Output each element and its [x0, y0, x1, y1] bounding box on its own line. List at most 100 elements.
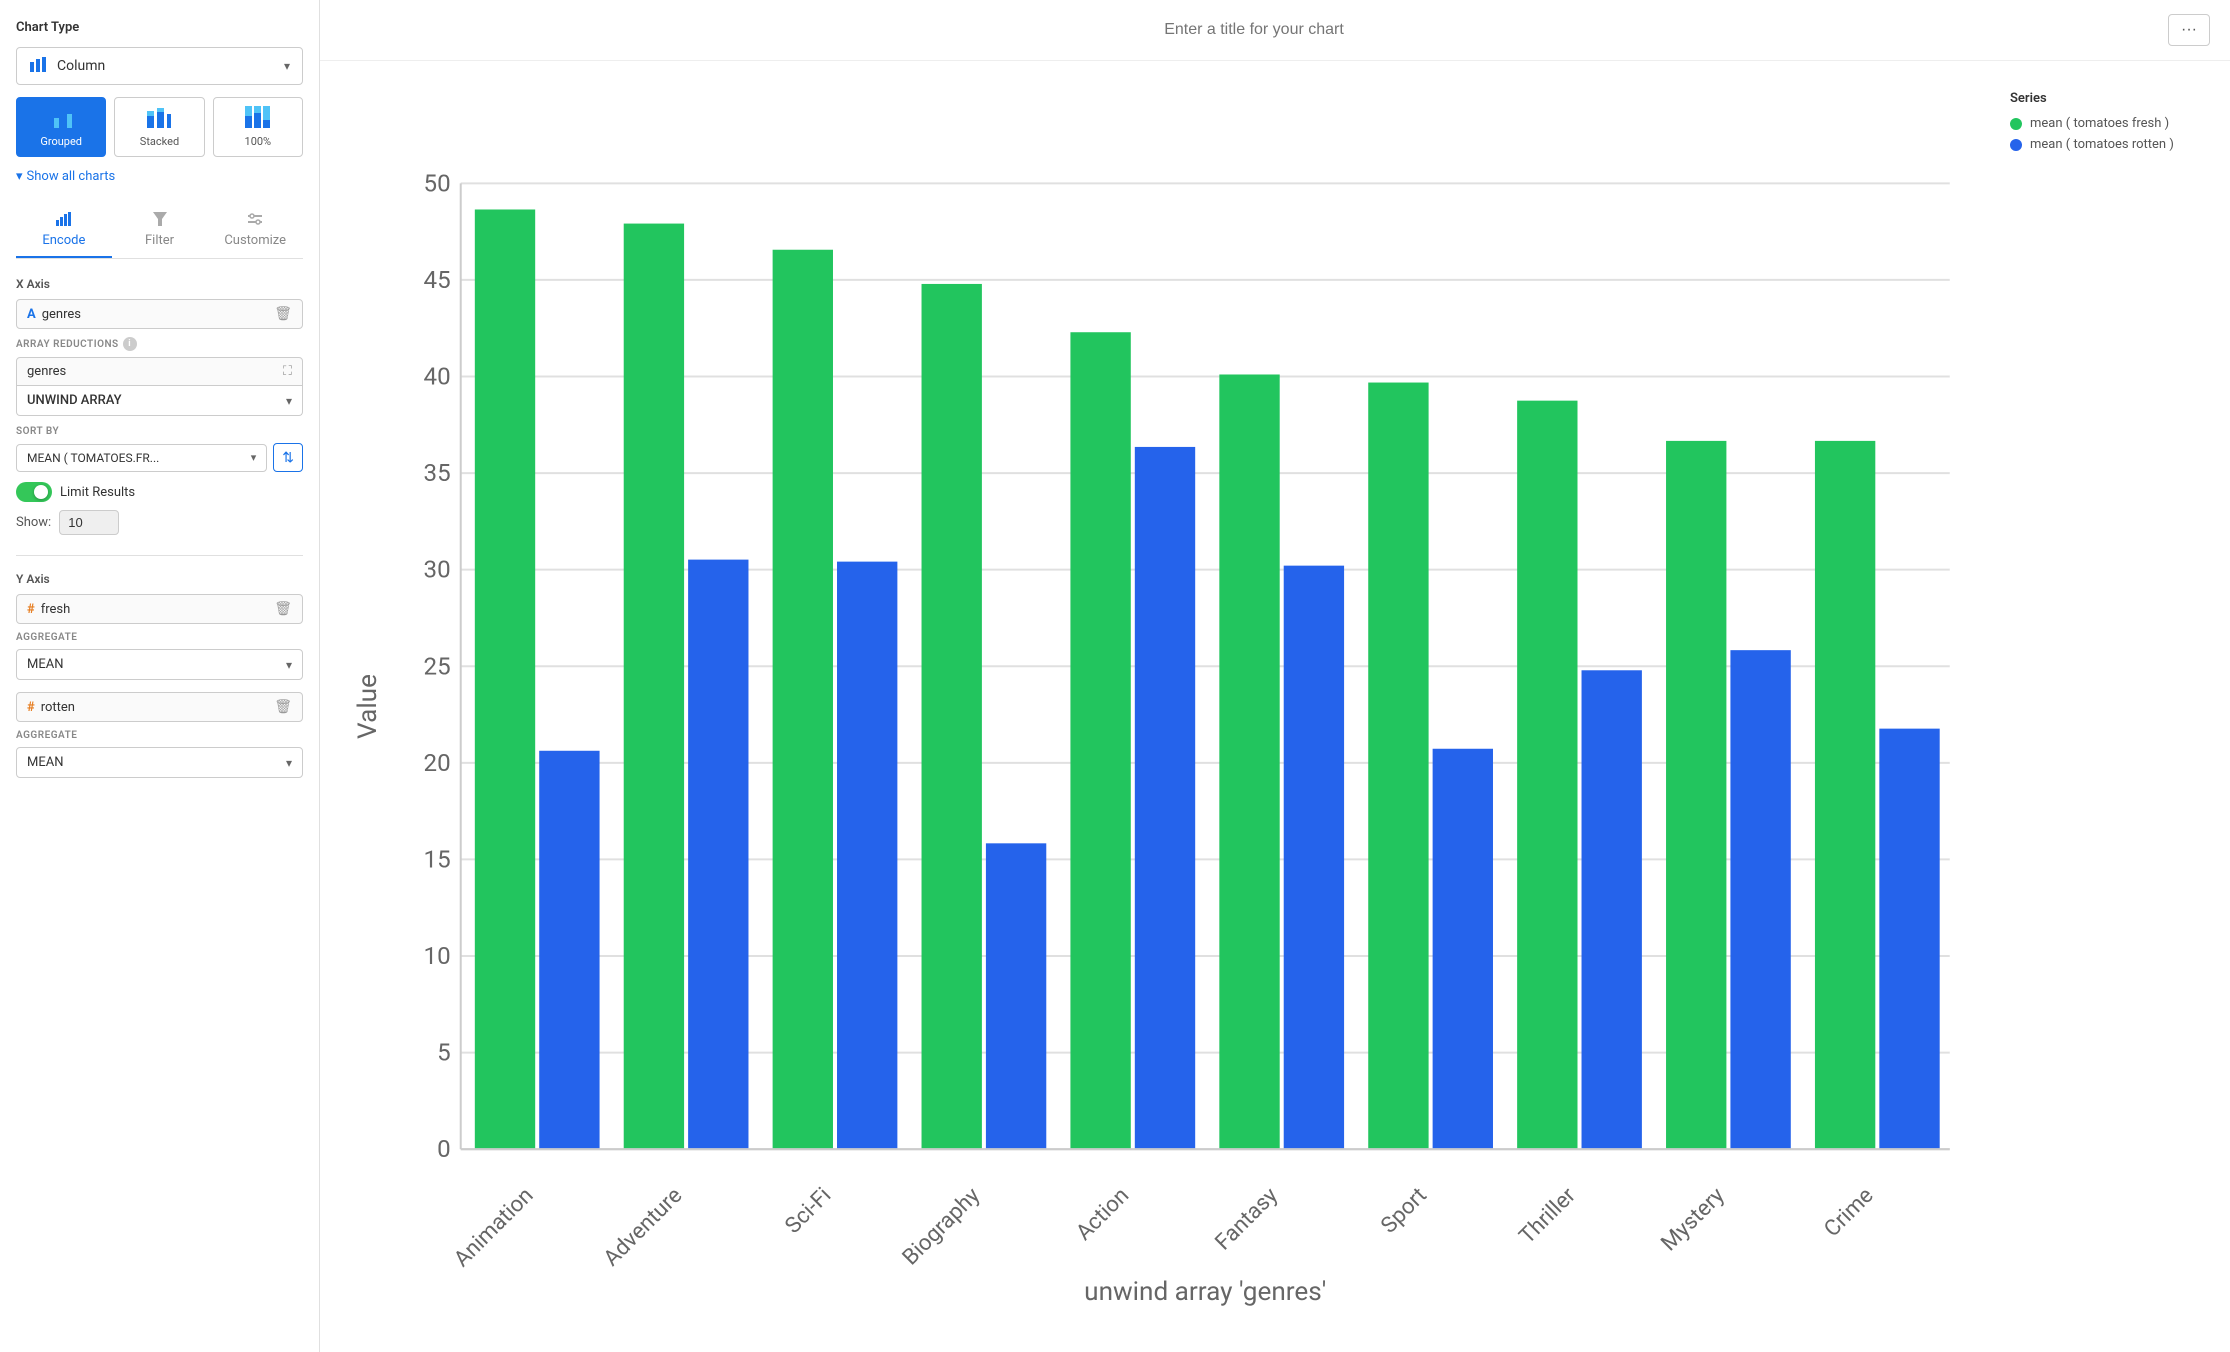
x-label-crime: Crime — [1819, 1182, 1879, 1242]
chart-type-section: Chart Type Column ▾ — [16, 20, 303, 184]
stacked-option[interactable]: Stacked — [114, 97, 204, 157]
legend-label-fresh: mean ( tomatoes fresh ) — [2030, 116, 2169, 131]
toggle-thumb — [34, 485, 48, 499]
bar-crime-rotten — [1879, 729, 1939, 1150]
tab-encode-label: Encode — [42, 233, 85, 248]
chart-type-chevron-icon: ▾ — [284, 59, 290, 73]
unwind-dropdown[interactable]: UNWIND ARRAY ▾ — [16, 386, 303, 416]
tab-customize-label: Customize — [224, 233, 286, 248]
x-label-biography: Biography — [897, 1182, 985, 1270]
100pct-icon — [218, 106, 298, 133]
fresh-aggregate-dropdown[interactable]: MEAN ▾ — [16, 649, 303, 680]
encode-icon — [56, 212, 72, 230]
array-field-name: genres — [27, 364, 283, 379]
sort-order-button[interactable]: ⇅ — [273, 443, 303, 472]
rotten-aggregate-label: AGGREGATE — [16, 730, 303, 741]
array-reductions-label: ARRAY REDUCTIONS i — [16, 337, 303, 351]
bar-biography-rotten — [986, 843, 1046, 1149]
x-field-type-icon: A — [27, 307, 36, 322]
stacked-label: Stacked — [140, 135, 179, 148]
legend-title: Series — [2010, 91, 2210, 106]
x-axis-title: unwind array 'genres' — [1084, 1277, 1326, 1307]
legend-dot-fresh — [2010, 118, 2022, 130]
bar-thriller-fresh — [1517, 401, 1577, 1150]
x-label-mystery: Mystery — [1656, 1182, 1730, 1256]
bar-mystery-fresh — [1666, 441, 1726, 1149]
filter-icon — [153, 212, 167, 230]
grouped-option[interactable]: Grouped — [16, 97, 106, 157]
bar-adventure-rotten — [688, 560, 748, 1150]
chart-area: Value 0 5 — [340, 81, 1990, 1332]
bar-scifi-rotten — [837, 562, 897, 1150]
svg-text:0: 0 — [437, 1135, 451, 1163]
info-icon[interactable]: i — [123, 337, 137, 351]
show-all-charts-link[interactable]: ▾ Show all charts — [16, 169, 303, 184]
x-field-delete-icon[interactable]: 🗑 — [274, 306, 292, 322]
x-label-fantasy: Fantasy — [1210, 1182, 1283, 1255]
chart-options-button[interactable]: ··· — [2168, 14, 2210, 46]
y-rotten-type-icon: # — [27, 700, 35, 715]
bar-mystery-rotten — [1730, 650, 1790, 1149]
chart-type-options: Grouped Stacked — [16, 97, 303, 157]
svg-text:10: 10 — [424, 942, 451, 970]
svg-text:25: 25 — [424, 652, 451, 680]
svg-text:45: 45 — [424, 266, 451, 294]
chart-title-input[interactable] — [340, 21, 2168, 39]
100pct-option[interactable]: 100% — [213, 97, 303, 157]
sort-dropdown[interactable]: MEAN ( TOMATOES.FR... ▾ — [16, 444, 267, 472]
stacked-icon — [119, 106, 199, 133]
y-rotten-delete-icon[interactable]: 🗑 — [274, 699, 292, 715]
sort-row: MEAN ( TOMATOES.FR... ▾ ⇅ — [16, 443, 303, 472]
column-chart-icon — [29, 56, 49, 76]
bar-action-rotten — [1135, 447, 1195, 1149]
bar-chart-svg: Value 0 5 — [340, 81, 1990, 1332]
unwind-text: UNWIND ARRAY — [27, 393, 286, 408]
bar-fantasy-fresh — [1219, 374, 1279, 1149]
y-axis-section: Y Axis # fresh 🗑 AGGREGATE MEAN ▾ # rott… — [16, 572, 303, 778]
sidebar: Chart Type Column ▾ — [0, 0, 320, 1352]
divider — [16, 555, 303, 556]
bar-sport-rotten — [1433, 749, 1493, 1149]
bar-animation-rotten — [539, 751, 599, 1149]
svg-text:5: 5 — [437, 1039, 451, 1067]
bar-fantasy-rotten — [1284, 566, 1344, 1150]
grouped-label: Grouped — [40, 135, 82, 148]
limit-toggle[interactable] — [16, 482, 52, 502]
expand-icon[interactable]: ⛶ — [283, 364, 292, 379]
sort-field-text: MEAN ( TOMATOES.FR... — [27, 451, 251, 465]
bar-action-fresh — [1070, 332, 1130, 1149]
tab-encode[interactable]: Encode — [16, 204, 112, 258]
legend-item-fresh: mean ( tomatoes fresh ) — [2010, 116, 2210, 131]
x-axis-section: X Axis A genres 🗑 ARRAY REDUCTIONS i gen… — [16, 277, 303, 535]
bar-biography-fresh — [922, 284, 982, 1149]
show-row: Show: 10 20 50 — [16, 510, 303, 535]
show-label: Show: — [16, 515, 51, 530]
chart-type-title: Chart Type — [16, 20, 303, 35]
y-fresh-delete-icon[interactable]: 🗑 — [274, 601, 292, 617]
bar-animation-fresh — [475, 209, 535, 1149]
y-axis-title: Value — [353, 674, 383, 739]
legend-item-rotten: mean ( tomatoes rotten ) — [2010, 137, 2210, 152]
chart-type-label: Column — [57, 58, 284, 74]
y-field-rotten-row: # rotten 🗑 — [16, 692, 303, 722]
tab-filter[interactable]: Filter — [112, 204, 208, 258]
show-input[interactable]: 10 20 50 — [59, 510, 119, 535]
rotten-aggregate-text: MEAN — [27, 755, 286, 770]
sort-by-label: SORT BY — [16, 426, 303, 437]
rotten-aggregate-dropdown[interactable]: MEAN ▾ — [16, 747, 303, 778]
customize-icon — [248, 212, 262, 230]
x-axis-label: X Axis — [16, 277, 303, 291]
100pct-label: 100% — [245, 135, 272, 148]
y-fresh-type-icon: # — [27, 602, 35, 617]
svg-text:50: 50 — [424, 169, 451, 197]
chart-type-dropdown[interactable]: Column ▾ — [16, 47, 303, 85]
sort-chevron-icon: ▾ — [251, 451, 257, 464]
x-field-row: A genres 🗑 — [16, 299, 303, 329]
tab-customize[interactable]: Customize — [207, 204, 303, 258]
limit-row: Limit Results — [16, 482, 303, 502]
rotten-agg-chevron-icon: ▾ — [286, 756, 292, 770]
chart-header: ··· — [320, 0, 2230, 61]
legend-dot-rotten — [2010, 139, 2022, 151]
svg-text:20: 20 — [424, 749, 451, 777]
fresh-aggregate-label: AGGREGATE — [16, 632, 303, 643]
